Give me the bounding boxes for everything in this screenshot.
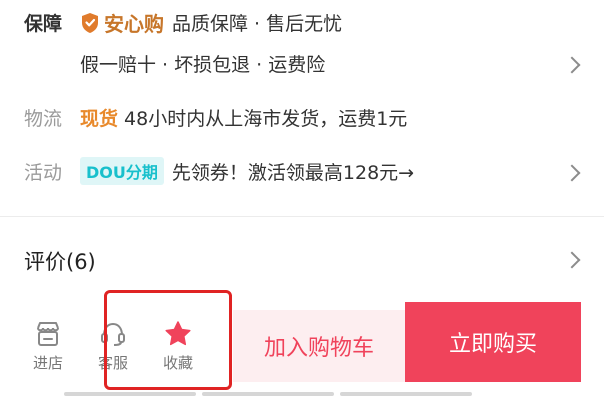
guarantee-headline: 品质保障 · 售后无忧: [172, 13, 343, 35]
guarantee-row[interactable]: 保障 安心购 品质保障 · 售后无忧: [0, 4, 604, 38]
divider: [0, 216, 604, 217]
guarantee-details: 假一赔十 · 坏损包退 · 运费险: [80, 54, 326, 76]
add-to-cart-button[interactable]: 加入购物车: [233, 310, 405, 382]
guarantee-brand: 安心购 品质保障 · 售后无忧: [80, 8, 342, 37]
logistics-text: 48小时内从上海市发货，运费1元: [124, 108, 408, 130]
logistics-row: 物流 现货 48小时内从上海市发货，运费1元: [0, 98, 604, 138]
dou-installment-badge: DOU分期: [80, 157, 164, 185]
logistics-label: 物流: [24, 108, 63, 130]
reviews-row[interactable]: 评价(6): [0, 238, 604, 282]
promotion-row[interactable]: 活动 DOU分期 先领券！激活领最高128元→: [0, 152, 604, 192]
bottom-indicator-strip: [0, 392, 604, 400]
reviews-title: 评价(6): [24, 250, 96, 274]
in-stock-tag: 现货: [80, 108, 119, 130]
chevron-right-icon[interactable]: [563, 164, 581, 182]
store-icon: [37, 322, 59, 346]
shield-icon: [82, 12, 98, 33]
promotion-text: 先领券！激活领最高128元→: [171, 161, 415, 184]
indicator-segment: [64, 392, 196, 396]
brand-name: 安心购: [104, 12, 164, 36]
logistics-info: 现货 48小时内从上海市发货，运费1元: [80, 104, 407, 131]
bottom-action-bar: 进店 客服 收藏 加入购物车 立即购买: [0, 292, 604, 400]
buy-now-button[interactable]: 立即购买: [405, 302, 581, 382]
promotion-info: DOU分期 先领券！激活领最高128元→: [80, 157, 414, 185]
promotion-label: 活动: [24, 162, 63, 184]
guarantee-label: 保障: [24, 13, 63, 35]
highlight-annotation-box: [104, 290, 232, 390]
indicator-segment: [202, 392, 334, 396]
indicator-segment: [340, 392, 472, 396]
chevron-right-icon[interactable]: [563, 251, 581, 269]
store-entry[interactable]: 进店: [18, 320, 78, 373]
store-label: 进店: [32, 354, 63, 372]
guarantee-details-row[interactable]: 假一赔十 · 坏损包退 · 运费险: [0, 44, 604, 84]
chevron-right-icon[interactable]: [563, 56, 581, 74]
